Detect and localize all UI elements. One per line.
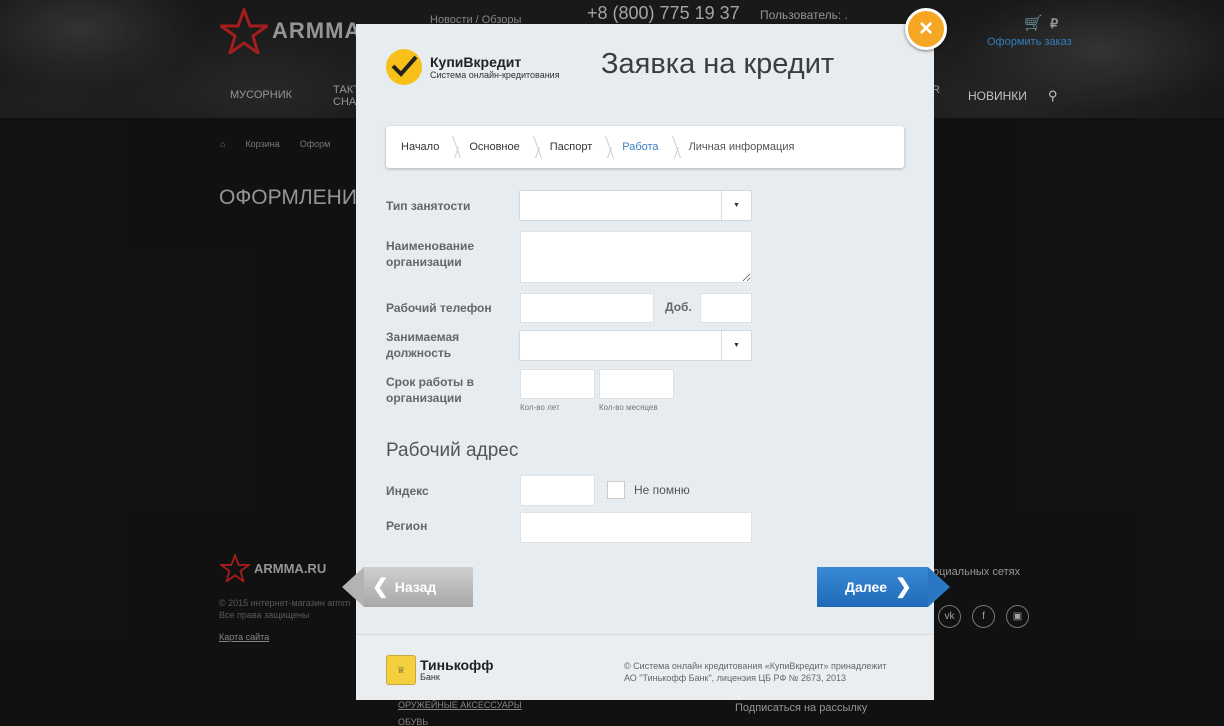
region-label: Регион bbox=[386, 519, 428, 533]
step-start[interactable]: Начало bbox=[401, 141, 469, 153]
next-button-tip bbox=[928, 567, 950, 607]
index-label: Индекс bbox=[386, 484, 429, 498]
close-icon: × bbox=[918, 15, 933, 42]
employment-type-select[interactable]: ▼ bbox=[519, 190, 752, 221]
dont-remember-checkbox[interactable] bbox=[607, 481, 625, 499]
dont-remember-label[interactable]: Не помню bbox=[634, 483, 690, 497]
brand-subtitle: Система онлайн-кредитования bbox=[430, 70, 560, 80]
footer-legal-line-2: АО "Тинькофф Банк", лицензия ЦБ РФ № 267… bbox=[624, 673, 847, 683]
position-label: Занимаемая должность bbox=[386, 330, 460, 360]
next-button-body: Далее ❯ bbox=[817, 567, 928, 607]
org-name-label: Наименование организации bbox=[386, 239, 475, 269]
work-years-input[interactable] bbox=[520, 369, 595, 399]
back-button[interactable]: ❮ Назад bbox=[342, 567, 473, 607]
tinkoff-shield-icon: ♕ bbox=[386, 655, 416, 685]
step-personal-info[interactable]: Личная информация bbox=[689, 141, 825, 153]
caret-down-icon: ▼ bbox=[721, 331, 751, 360]
step-work[interactable]: Работа bbox=[622, 141, 688, 153]
footer-legal-line-1: © Система онлайн кредитования «КупиВкред… bbox=[624, 661, 887, 671]
region-input[interactable] bbox=[520, 512, 752, 543]
back-button-label: Назад bbox=[394, 579, 437, 595]
tinkoff-logo: ♕ Тинькофф Банк bbox=[386, 655, 494, 685]
bank-name: Тинькофф bbox=[420, 657, 494, 673]
org-name-textarea[interactable] bbox=[520, 231, 752, 283]
back-button-body: ❮ Назад bbox=[364, 567, 473, 607]
work-months-input[interactable] bbox=[599, 369, 674, 399]
work-phone-input[interactable] bbox=[520, 293, 654, 323]
months-hint: Кол-во месяцев bbox=[599, 403, 658, 412]
checkmark-logo-icon bbox=[386, 49, 422, 85]
work-phone-label: Рабочий телефон bbox=[386, 301, 492, 315]
work-address-heading: Рабочий адрес bbox=[386, 440, 519, 461]
index-input[interactable] bbox=[520, 475, 595, 506]
brand-name: КупиВкредит bbox=[430, 54, 522, 70]
next-button-label: Далее bbox=[845, 579, 888, 595]
years-hint: Кол-во лет bbox=[520, 403, 560, 412]
bank-subtitle: Банк bbox=[420, 672, 440, 682]
ext-input[interactable] bbox=[700, 293, 752, 323]
chevron-right-icon: ❯ bbox=[895, 576, 912, 598]
modal-title: Заявка на кредит bbox=[601, 48, 835, 80]
ext-label: Доб. bbox=[665, 300, 692, 314]
chevron-left-icon: ❮ bbox=[372, 576, 389, 598]
step-main[interactable]: Основное bbox=[469, 141, 549, 153]
position-select[interactable]: ▼ bbox=[519, 330, 752, 361]
step-passport[interactable]: Паспорт bbox=[550, 141, 623, 153]
work-period-label: Срок работы в организации bbox=[386, 375, 474, 405]
next-button[interactable]: Далее ❯ bbox=[817, 567, 950, 607]
close-button[interactable]: × bbox=[905, 8, 947, 50]
progress-steps: Начало Основное Паспорт Работа Личная ин… bbox=[386, 126, 904, 168]
employment-type-label: Тип занятости bbox=[386, 199, 471, 213]
modal-footer: ♕ Тинькофф Банк © Система онлайн кредито… bbox=[356, 634, 934, 700]
back-button-tip bbox=[342, 567, 364, 607]
kupivkredit-logo: КупиВкредит Система онлайн-кредитования bbox=[386, 49, 560, 85]
footer-legal-text: © Система онлайн кредитования «КупиВкред… bbox=[624, 660, 887, 684]
caret-down-icon: ▼ bbox=[721, 191, 751, 220]
